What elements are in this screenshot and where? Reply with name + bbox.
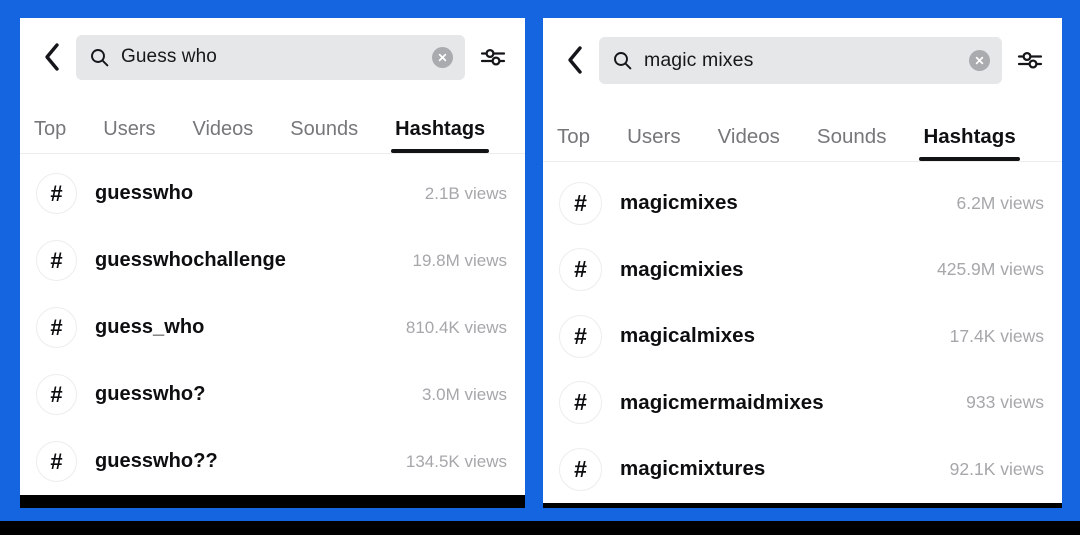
- hashtag-views: 19.8M views: [412, 250, 507, 270]
- panel-body-right: magic mixes Top Users Videos Sounds Hash…: [543, 18, 1062, 503]
- search-header-right: magic mixes: [543, 18, 1062, 102]
- back-button[interactable]: [32, 35, 70, 79]
- list-item[interactable]: # magicmermaidmixes 933 views: [543, 370, 1062, 437]
- tab-top[interactable]: Top: [557, 125, 590, 161]
- search-result-tabs-left: Top Users Videos Sounds Hashtags: [20, 96, 525, 154]
- hashtag-name: magicmixes: [620, 191, 738, 215]
- hashtag-icon: #: [559, 181, 602, 225]
- search-results-panel-left: Guess who Top Users Videos Sounds Hashta…: [20, 18, 525, 508]
- hashtag-name: magicmermaidmixes: [620, 390, 824, 414]
- list-item[interactable]: # magicalmixes 17.4K views: [543, 303, 1062, 370]
- panel-footer-right: [543, 502, 1062, 508]
- search-icon: [613, 51, 632, 70]
- tab-top[interactable]: Top: [34, 118, 66, 153]
- tab-users[interactable]: Users: [627, 125, 681, 161]
- search-result-tabs-right: Top Users Videos Sounds Hashtags: [543, 102, 1062, 162]
- hashtag-views: 2.1B views: [424, 183, 507, 203]
- hashtag-icon: #: [36, 240, 77, 281]
- hashtag-views: 810.4K views: [405, 317, 507, 337]
- search-header-left: Guess who: [20, 18, 525, 96]
- hashtag-name: magicmixtures: [620, 457, 766, 481]
- clear-icon[interactable]: [969, 49, 990, 71]
- list-item[interactable]: # magicmixtures 92.1K views: [543, 436, 1062, 503]
- hashtag-icon: #: [36, 307, 77, 348]
- hashtag-name: guesswho??: [95, 450, 218, 472]
- filter-sliders-icon[interactable]: [1012, 38, 1048, 82]
- search-results-panel-right: magic mixes Top Users Videos Sounds Hash…: [543, 18, 1062, 508]
- search-query-text: magic mixes: [644, 48, 754, 71]
- hashtag-name: guesswho?: [95, 383, 206, 405]
- panel-footer-left: [20, 495, 525, 508]
- hashtag-name: guess_who: [95, 316, 205, 338]
- hashtag-results-list-right: # magicmixes 6.2M views # magicmixies 42…: [543, 162, 1062, 503]
- search-input[interactable]: Guess who: [76, 34, 465, 80]
- tab-users[interactable]: Users: [103, 118, 155, 153]
- back-button[interactable]: [555, 38, 593, 82]
- tab-sounds[interactable]: Sounds: [290, 118, 358, 153]
- tab-hashtags[interactable]: Hashtags: [919, 125, 1021, 161]
- list-item[interactable]: # guesswho?? 134.5K views: [20, 428, 525, 495]
- tab-sounds[interactable]: Sounds: [817, 125, 887, 161]
- list-item[interactable]: # guesswho 2.1B views: [20, 160, 525, 227]
- hashtag-views: 3.0M views: [421, 384, 507, 404]
- hashtag-icon: #: [559, 314, 602, 358]
- tab-hashtags[interactable]: Hashtags: [391, 118, 490, 153]
- list-item[interactable]: # magicmixies 425.9M views: [543, 237, 1062, 304]
- list-item[interactable]: # magicmixes 6.2M views: [543, 170, 1062, 237]
- hashtag-icon: #: [36, 173, 77, 214]
- hashtag-views: 92.1K views: [949, 458, 1044, 479]
- hashtag-icon: #: [36, 374, 77, 415]
- hashtag-name: guesswho: [95, 182, 194, 204]
- hashtag-views: 933 views: [966, 392, 1044, 413]
- panel-body-left: Guess who Top Users Videos Sounds Hashta…: [20, 18, 525, 495]
- search-query-text: Guess who: [121, 46, 217, 67]
- filter-sliders-icon[interactable]: [475, 35, 511, 79]
- hashtag-views: 17.4K views: [949, 325, 1044, 346]
- hashtag-icon: #: [559, 381, 602, 425]
- list-item[interactable]: # guesswhochallenge 19.8M views: [20, 227, 525, 294]
- tab-videos[interactable]: Videos: [192, 118, 253, 153]
- tab-videos[interactable]: Videos: [718, 125, 780, 161]
- list-item[interactable]: # guess_who 810.4K views: [20, 294, 525, 361]
- search-icon: [90, 48, 109, 67]
- search-input[interactable]: magic mixes: [599, 36, 1002, 84]
- clear-icon[interactable]: [432, 46, 453, 68]
- hashtag-views: 6.2M views: [956, 192, 1044, 213]
- hashtag-name: magicalmixes: [620, 324, 756, 348]
- hashtag-icon: #: [559, 447, 602, 491]
- hashtag-views: 134.5K views: [405, 451, 507, 471]
- hashtag-icon: #: [36, 441, 77, 482]
- bottom-chrome-bar: [0, 521, 1080, 535]
- hashtag-results-list-left: # guesswho 2.1B views # guesswhochalleng…: [20, 154, 525, 495]
- list-item[interactable]: # guesswho? 3.0M views: [20, 361, 525, 428]
- hashtag-name: magicmixies: [620, 257, 744, 281]
- hashtag-views: 425.9M views: [937, 259, 1044, 280]
- hashtag-icon: #: [559, 248, 602, 292]
- hashtag-name: guesswhochallenge: [95, 249, 286, 271]
